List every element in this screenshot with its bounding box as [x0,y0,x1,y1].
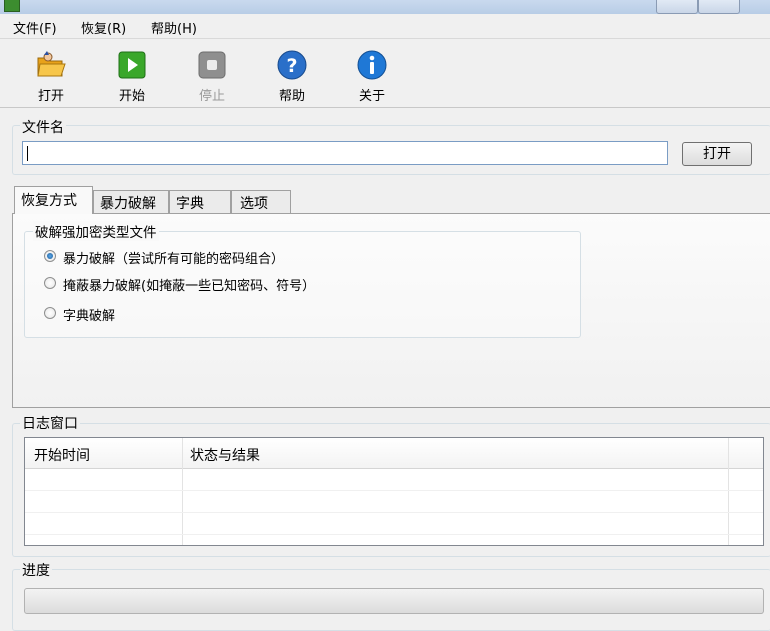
about-button[interactable]: 关于 [342,49,402,104]
open-button[interactable]: 打开 [21,49,81,104]
maximize-button[interactable] [698,0,740,14]
title-bar [0,0,770,14]
column-status-result[interactable]: 状态与结果 [190,445,260,465]
radio-dictionary-label: 字典破解 [63,309,116,324]
radio-button[interactable] [44,307,56,319]
tab-panel: 破解强加密类型文件 [12,213,770,408]
file-name-group-title: 文件名 [20,117,66,137]
stop-button[interactable]: 停止 [182,49,242,104]
list-row[interactable] [25,491,763,513]
list-row[interactable] [25,513,763,535]
app-icon [4,0,20,12]
column-start-time[interactable]: 开始时间 [34,445,90,465]
help-icon: ? [276,49,308,81]
tab-dictionary[interactable]: 字典 [169,190,231,213]
menu-recovery[interactable]: 恢复(R) [81,18,126,37]
minimize-button[interactable] [656,0,698,14]
radio-mask-brute-force-label: 掩蔽暴力破解(如掩蔽一些已知密码、符号） [63,279,316,294]
text-caret [27,146,28,161]
log-list-header: 开始时间 状态与结果 [25,438,763,469]
tab-brute-force[interactable]: 暴力破解 [93,190,169,213]
play-icon [116,49,148,81]
radio-brute-force-label: 暴力破解（尝试所有可能的密码组合） [63,252,285,267]
help-label: 帮助 [278,89,305,104]
file-path-input[interactable] [22,141,668,165]
start-button[interactable]: 开始 [102,49,162,104]
menu-bar: 文件(F) 恢复(R) 帮助(H) [0,14,770,39]
progress-group-title: 进度 [20,560,52,580]
svg-text:?: ? [286,55,297,77]
stop-icon [196,49,228,81]
menu-file[interactable]: 文件(F) [13,18,57,37]
toolbar: 打开 开始 停止 ? 帮助 关于 [0,39,770,108]
tab-recovery-method[interactable]: 恢复方式 [14,186,93,214]
info-icon [356,49,388,81]
list-row[interactable] [25,469,763,491]
start-label: 开始 [118,89,145,104]
file-open-button[interactable]: 打开 [682,142,752,166]
progress-bar [24,588,764,614]
log-window-group-title: 日志窗口 [20,413,80,433]
tab-options[interactable]: 选项 [231,190,291,213]
open-label: 打开 [37,89,64,104]
help-button[interactable]: ? 帮助 [262,49,322,104]
log-list[interactable]: 开始时间 状态与结果 [24,437,764,546]
recovery-options-group-title: 破解强加密类型文件 [33,221,159,241]
stop-label: 停止 [198,89,225,104]
radio-button[interactable] [44,277,56,289]
about-label: 关于 [358,89,385,104]
menu-help[interactable]: 帮助(H) [151,18,197,37]
radio-button-checked[interactable] [44,250,56,262]
folder-open-icon [35,49,67,81]
